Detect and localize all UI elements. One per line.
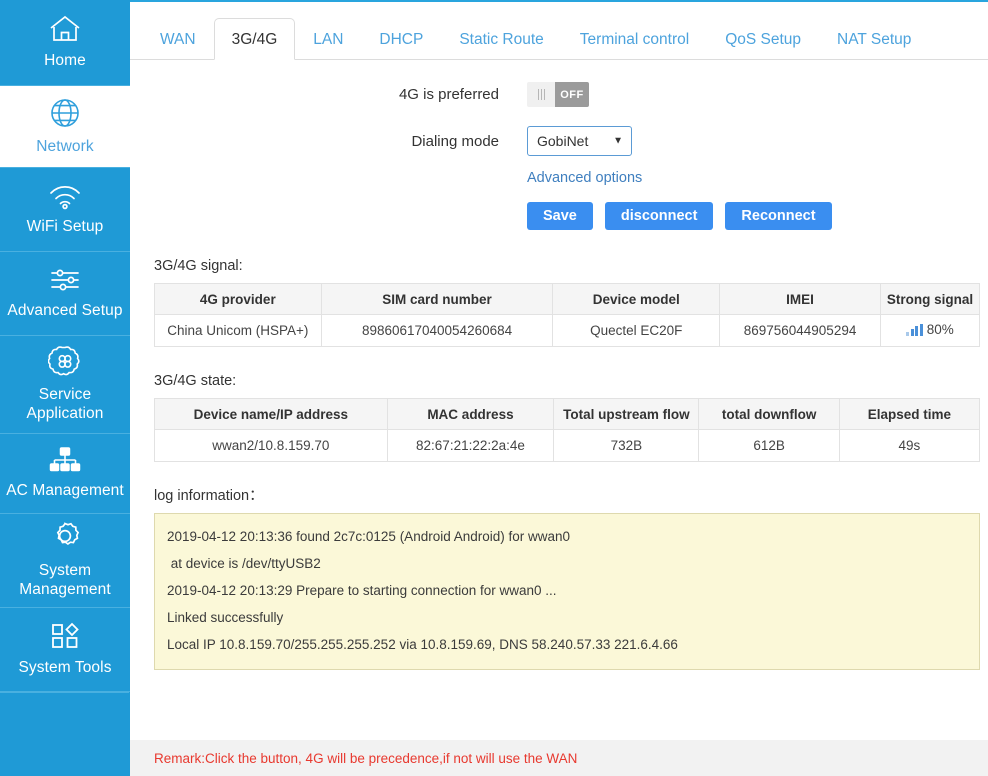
state-table: Device name/IP address MAC address Total…	[154, 398, 980, 462]
sidebar-item-home[interactable]: Home	[0, 0, 130, 86]
sidebar-item-service-application[interactable]: Service Application	[0, 336, 130, 434]
dialing-mode-select[interactable]: GobiNet	[527, 126, 632, 156]
cell-mac-address: 82:67:21:22:2a:4e	[387, 430, 554, 462]
network-tree-icon	[48, 446, 82, 474]
save-button[interactable]: Save	[527, 202, 593, 230]
log-line: 2019-04-12 20:13:36 found 2c7c:0125 (And…	[167, 523, 967, 550]
th-device-model: Device model	[553, 284, 720, 315]
sidebar-item-system-tools[interactable]: System Tools	[0, 608, 130, 692]
row-advanced-options: Advanced options	[130, 170, 988, 186]
remark-band: Remark:Click the button, 4G will be prec…	[130, 740, 988, 776]
th-4g-provider: 4G provider	[155, 284, 322, 315]
tab-dhcp[interactable]: DHCP	[361, 23, 441, 60]
tab-terminal-control[interactable]: Terminal control	[562, 23, 707, 60]
router-admin-page: Home Network	[0, 0, 988, 776]
tab-3g-4g[interactable]: 3G/4G	[214, 18, 296, 60]
cell-strong-signal: 80%	[880, 315, 979, 347]
th-device-name-ip: Device name/IP address	[155, 399, 388, 430]
th-mac-address: MAC address	[387, 399, 554, 430]
tab-static-route[interactable]: Static Route	[441, 23, 561, 60]
table-header-row: Device name/IP address MAC address Total…	[155, 399, 980, 430]
tab-wan[interactable]: WAN	[142, 23, 214, 60]
tab-panel-3g4g: 4G is preferred OFF Dialing mode GobiNe	[130, 60, 988, 776]
table-row: China Unicom (HSPA+) 8986061704005426068…	[155, 315, 980, 347]
reconnect-button[interactable]: Reconnect	[725, 202, 831, 230]
signal-percent: 80%	[927, 322, 954, 337]
row-dialing-mode: Dialing mode GobiNet ▼	[130, 126, 988, 156]
sidebar: Home Network	[0, 0, 130, 776]
wifi-icon	[47, 182, 83, 210]
home-icon	[48, 14, 82, 44]
tab-qos-setup[interactable]: QoS Setup	[707, 23, 819, 60]
log-section-title: log information：	[154, 484, 988, 505]
cell-device-name-ip: wwan2/10.8.159.70	[155, 430, 388, 462]
signal-table-wrap: 4G provider SIM card number Device model…	[154, 283, 980, 347]
log-line: Local IP 10.8.159.70/255.255.255.252 via…	[167, 631, 967, 658]
4g-preferred-label: 4G is preferred	[130, 86, 527, 103]
signal-bars-icon	[906, 324, 923, 336]
cell-4g-provider: China Unicom (HSPA+)	[155, 315, 322, 347]
log-line: at device is /dev/ttyUSB2	[167, 550, 967, 577]
th-total-downflow: total downflow	[699, 399, 839, 430]
log-line: Linked successfully	[167, 604, 967, 631]
tab-nat-setup[interactable]: NAT Setup	[819, 23, 929, 60]
sidebar-item-label: System Tools	[18, 658, 111, 677]
log-box: 2019-04-12 20:13:36 found 2c7c:0125 (And…	[154, 513, 980, 670]
sidebar-filler	[0, 692, 129, 776]
sidebar-item-ac-management[interactable]: AC Management	[0, 434, 130, 514]
cell-sim-number: 89860617040054260684	[321, 315, 553, 347]
dialing-mode-label: Dialing mode	[130, 133, 527, 150]
cell-device-model: Quectel EC20F	[553, 315, 720, 347]
4g-preferred-toggle[interactable]: OFF	[527, 82, 589, 107]
tab-lan[interactable]: LAN	[295, 23, 361, 60]
toggle-state-label: OFF	[555, 82, 589, 107]
tools-grid-icon	[49, 621, 81, 651]
table-row: wwan2/10.8.159.70 82:67:21:22:2a:4e 732B…	[155, 430, 980, 462]
cell-total-downflow: 612B	[699, 430, 839, 462]
sidebar-item-advanced-setup[interactable]: Advanced Setup	[0, 252, 130, 336]
cell-elapsed-time: 49s	[839, 430, 979, 462]
sidebar-item-network[interactable]: Network	[0, 86, 130, 168]
service-cloud-icon	[48, 344, 82, 378]
sidebar-item-label: Home	[44, 51, 86, 70]
remark-text: Remark:Click the button, 4G will be prec…	[130, 751, 577, 766]
sidebar-item-system-management[interactable]: System Management	[0, 514, 130, 608]
connection-form: 4G is preferred OFF Dialing mode GobiNe	[130, 60, 988, 230]
cell-imei: 869756044905294	[720, 315, 881, 347]
th-total-upstream: Total upstream flow	[554, 399, 699, 430]
sidebar-item-label: Service Application	[27, 385, 104, 423]
toggle-knob	[527, 82, 555, 107]
table-header-row: 4G provider SIM card number Device model…	[155, 284, 980, 315]
disconnect-button[interactable]: disconnect	[605, 202, 714, 230]
th-sim-number: SIM card number	[321, 284, 553, 315]
action-buttons: Save disconnect Reconnect	[130, 202, 988, 230]
state-table-wrap: Device name/IP address MAC address Total…	[154, 398, 980, 462]
sidebar-item-label: Advanced Setup	[7, 301, 122, 320]
row-4g-preferred: 4G is preferred OFF	[130, 82, 988, 107]
advanced-options-link[interactable]: Advanced options	[527, 170, 642, 186]
tab-bar: WAN 3G/4G LAN DHCP Static Route Terminal…	[130, 2, 988, 60]
cell-total-upstream: 732B	[554, 430, 699, 462]
sidebar-item-label: Network	[36, 137, 94, 156]
signal-table: 4G provider SIM card number Device model…	[154, 283, 980, 347]
sidebar-item-label: AC Management	[6, 481, 124, 500]
th-elapsed-time: Elapsed time	[839, 399, 979, 430]
sidebar-item-wifi-setup[interactable]: WiFi Setup	[0, 168, 130, 252]
globe-icon	[48, 96, 82, 130]
log-line: 2019-04-12 20:13:29 Prepare to starting …	[167, 577, 967, 604]
sidebar-item-label: WiFi Setup	[27, 217, 104, 236]
content-panel: WAN 3G/4G LAN DHCP Static Route Terminal…	[130, 0, 988, 776]
sidebar-item-label: System Management	[19, 561, 110, 599]
sliders-icon	[47, 266, 83, 294]
th-imei: IMEI	[720, 284, 881, 315]
gear-icon	[48, 520, 82, 554]
state-section-title: 3G/4G state:	[154, 373, 988, 389]
th-strong-signal: Strong signal	[880, 284, 979, 315]
signal-section-title: 3G/4G signal:	[154, 258, 988, 274]
